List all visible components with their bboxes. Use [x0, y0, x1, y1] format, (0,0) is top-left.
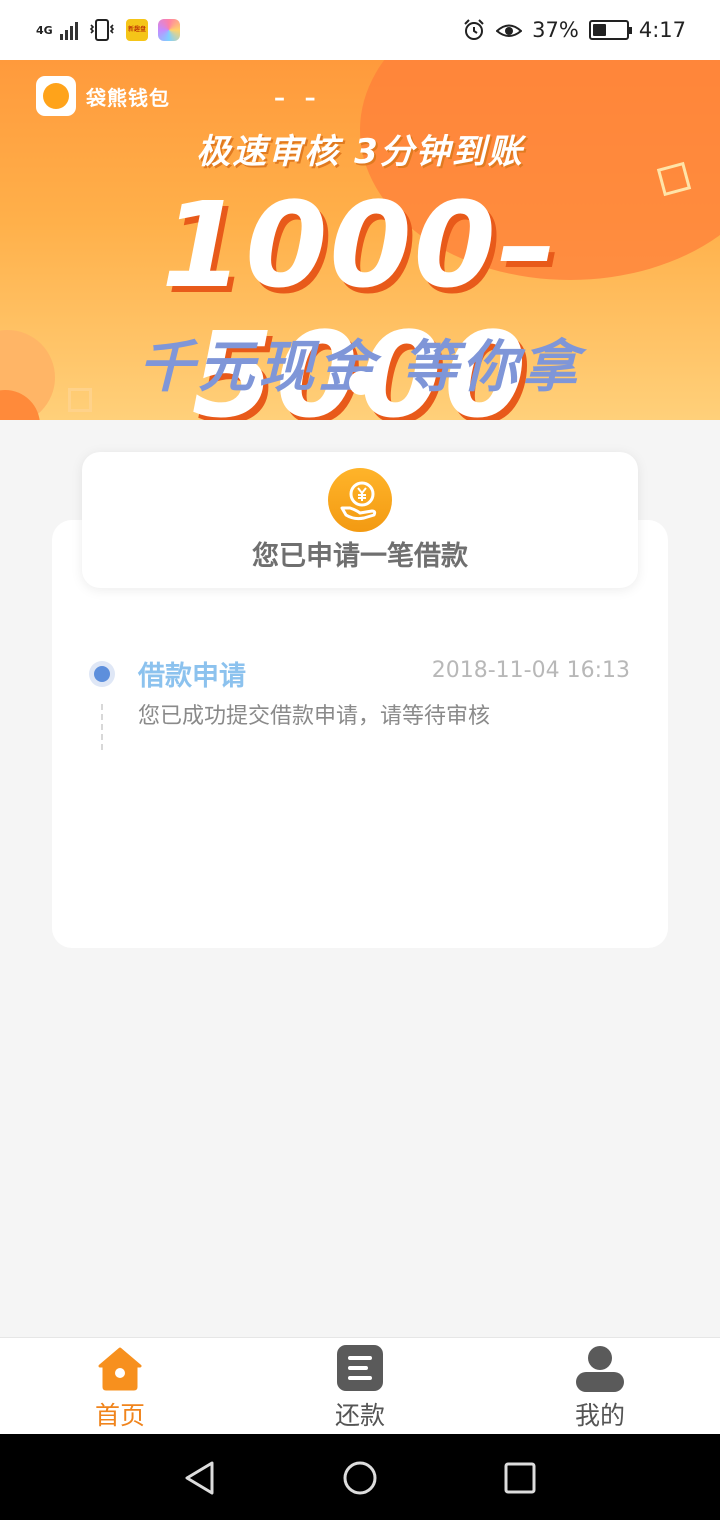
tab-repay[interactable]: 还款: [240, 1338, 480, 1435]
step-description: 您已成功提交借款申请，请等待审核: [138, 704, 491, 729]
banner-decor-dash: – –: [274, 86, 322, 111]
network-type: 4G: [36, 23, 53, 37]
step-timestamp: 2018-11-04 16:13: [431, 658, 630, 683]
tab-repay-label: 还款: [334, 1401, 385, 1430]
signal-icon: [60, 20, 78, 40]
loan-status-title: 您已申请一笔借款: [252, 541, 468, 572]
system-nav-bar: [0, 1434, 720, 1520]
alarm-icon: [464, 19, 484, 40]
profile-icon: [576, 1346, 624, 1392]
brand-name: 袋熊钱包: [86, 85, 170, 110]
tab-profile[interactable]: 我的: [480, 1338, 720, 1435]
yuan-hand-icon: [328, 468, 392, 532]
home-icon: [98, 1347, 142, 1391]
battery-level-fill: [592, 24, 607, 36]
status-bar: 4G 新趣盘 37% 4:17: [0, 0, 720, 60]
repay-icon: [337, 1345, 383, 1391]
battery-percent: 37%: [532, 18, 579, 42]
banner-tagline: 极速审核 3分钟到账: [196, 132, 524, 172]
status-bar-right: 37% 4:17: [462, 18, 686, 42]
eye-comfort-icon: [496, 24, 523, 37]
tab-home-label: 首页: [94, 1401, 145, 1430]
battery-icon: [588, 20, 632, 40]
photos-app-icon: [158, 19, 180, 41]
status-bar-left: 4G 新趣盘: [36, 18, 180, 42]
timeline-dot: [89, 661, 115, 687]
clock: 4:17: [638, 18, 686, 42]
tab-home[interactable]: 首页: [0, 1338, 240, 1435]
brand-logo-icon: [36, 76, 76, 116]
home-circle-icon[interactable]: [342, 1460, 378, 1496]
vibrate-icon: [89, 19, 115, 41]
app-notification-icon: 新趣盘: [126, 19, 148, 41]
carousel-indicator-dot[interactable]: [349, 371, 373, 395]
promo-banner[interactable]: 袋熊钱包 – – 极速审核 3分钟到账 1000–5000 千元现金 等你拿: [0, 60, 720, 420]
step-title: 借款申请: [138, 661, 246, 692]
back-icon[interactable]: [182, 1460, 218, 1496]
recents-icon[interactable]: [502, 1460, 538, 1496]
timeline-connector: [101, 704, 103, 750]
loan-status-header: 您已申请一笔借款: [82, 452, 638, 588]
bottom-nav: 首页 还款 我的: [0, 1337, 720, 1434]
tab-profile-label: 我的: [574, 1401, 625, 1430]
brand-logo: 袋熊钱包: [36, 76, 170, 116]
